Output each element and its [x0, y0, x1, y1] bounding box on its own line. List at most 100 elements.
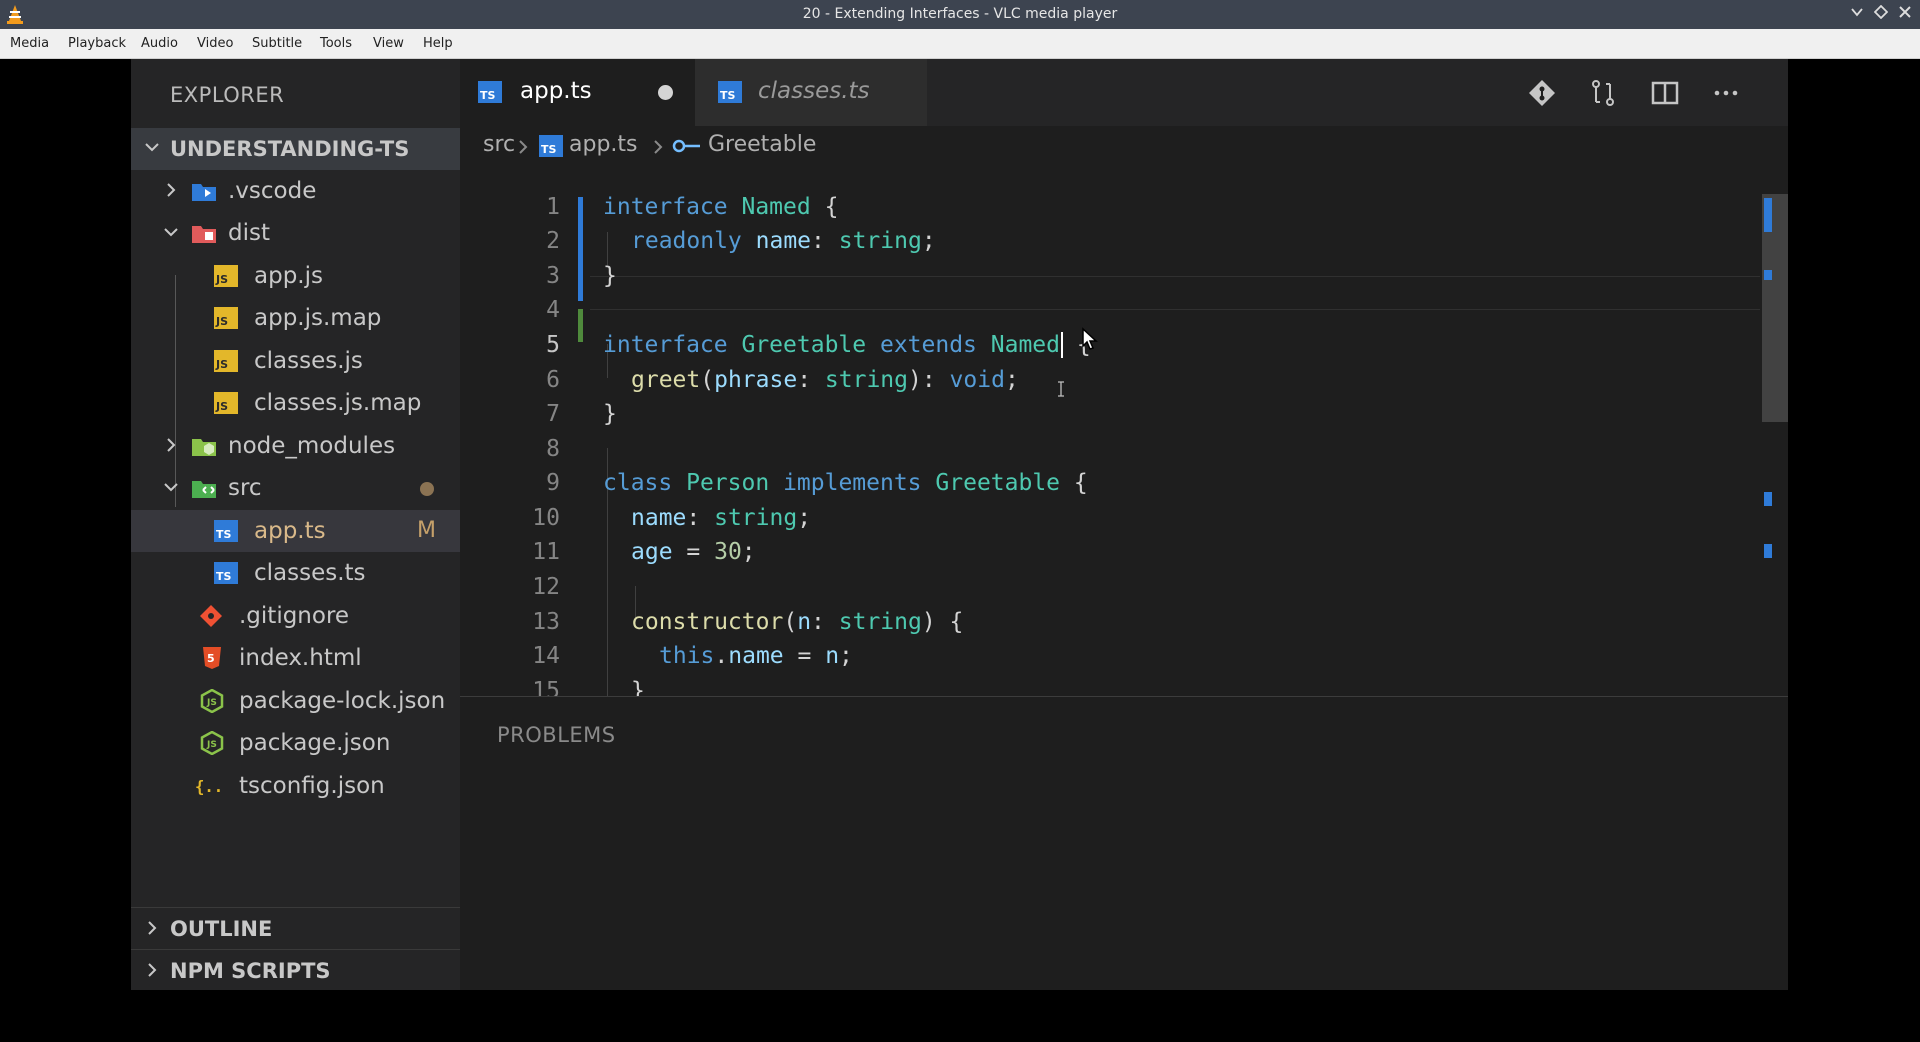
code-line: } — [603, 401, 617, 427]
json-braces-icon: {..} — [195, 778, 221, 796]
code-token: name — [755, 228, 812, 254]
git-compare-icon[interactable] — [1526, 77, 1558, 109]
tree-item-app-ts[interactable]: TS app.ts M — [131, 510, 460, 552]
tree-item-label: .vscode — [228, 178, 317, 204]
current-line-highlight — [590, 276, 1760, 310]
menu-video[interactable]: Video — [197, 36, 233, 51]
editor-tab-bar: TS app.ts TS classes.ts — [460, 59, 1788, 126]
tree-item-package-json[interactable]: JS package.json — [131, 722, 460, 764]
tree-item-label: .gitignore — [239, 603, 350, 629]
html-file-icon: 5 — [203, 647, 221, 669]
code-line: this.name = n; — [659, 643, 853, 669]
code-token: phrase — [714, 367, 798, 393]
svg-text:JS: JS — [215, 400, 228, 413]
menu-tools[interactable]: Tools — [320, 36, 352, 51]
menu-help[interactable]: Help — [423, 36, 453, 51]
minimap-change-marker — [1764, 270, 1772, 280]
chevron-right-icon — [167, 183, 176, 197]
indent-guide — [607, 232, 608, 266]
code-token: Named — [741, 194, 811, 220]
minimize-button[interactable] — [1848, 5, 1866, 23]
interface-symbol-icon — [672, 139, 700, 153]
js-file-icon: JS — [214, 265, 238, 287]
tab-app-ts[interactable]: TS app.ts — [460, 59, 695, 126]
tree-item-app-js-map[interactable]: JS app.js.map — [131, 297, 460, 339]
editor-scrollbar[interactable] — [1760, 166, 1788, 696]
code-token: age — [631, 539, 673, 565]
code-token: { — [810, 194, 839, 220]
split-editor-icon[interactable] — [1649, 77, 1681, 109]
tree-item-classes-ts[interactable]: TS classes.ts — [131, 552, 460, 594]
tree-item-label: app.js — [254, 263, 323, 289]
close-window-button[interactable] — [1896, 5, 1914, 23]
js-file-icon: JS — [214, 350, 238, 372]
tree-item-gitignore[interactable]: .gitignore — [131, 595, 460, 637]
tree-item-classes-js[interactable]: JS classes.js — [131, 340, 460, 382]
code-token: greet — [631, 367, 701, 393]
vscode-window: EXPLORER UNDERSTANDING-TS .vscode dist J… — [131, 59, 1788, 990]
tree-item-label: classes.js — [254, 348, 363, 374]
tree-item-label: app.ts — [254, 518, 326, 544]
menu-audio[interactable]: Audio — [141, 36, 178, 51]
code-line: } — [603, 263, 617, 289]
tree-item-label: index.html — [239, 645, 362, 671]
tree-item-vscode[interactable]: .vscode — [131, 170, 460, 212]
folder-node-icon — [192, 439, 216, 456]
menu-subtitle[interactable]: Subtitle — [252, 36, 302, 51]
npm-scripts-section[interactable]: NPM SCRIPTS — [131, 949, 460, 990]
video-area[interactable]: EXPLORER UNDERSTANDING-TS .vscode dist J… — [0, 59, 1920, 990]
window-title: 20 - Extending Interfaces - VLC media pl… — [802, 6, 1118, 22]
tree-item-label: src — [228, 475, 262, 501]
more-actions-icon[interactable] — [1710, 77, 1742, 109]
svg-text:TS: TS — [216, 570, 232, 583]
mouse-pointer-icon — [1082, 327, 1098, 350]
chevron-down-icon — [164, 483, 178, 492]
tree-item-tsconfig-json[interactable]: {..} tsconfig.json — [131, 765, 460, 807]
minimap-change-marker — [1764, 544, 1772, 558]
line-number: 13 — [532, 609, 560, 635]
tree-item-index-html[interactable]: 5 index.html — [131, 637, 460, 679]
ts-file-icon: TS — [539, 135, 563, 157]
code-line: interface Named { — [603, 194, 838, 220]
code-line: constructor(n: string) { — [631, 609, 964, 635]
code-editor[interactable]: 1 2 3 4 5 6 7 8 9 10 11 12 13 14 15 inte… — [460, 166, 1788, 696]
line-number: 7 — [546, 401, 560, 427]
js-map-file-icon: JS — [214, 307, 238, 329]
chevron-right-icon — [148, 921, 157, 935]
tree-item-package-lock-json[interactable]: JS package-lock.json — [131, 680, 460, 722]
code-token: string — [714, 505, 798, 531]
maximize-button[interactable] — [1872, 4, 1890, 23]
folder-vscode-icon — [192, 184, 216, 201]
breadcrumb-folder[interactable]: src — [483, 132, 515, 157]
code-token: extends — [879, 332, 977, 358]
tab-problems[interactable]: PROBLEMS — [497, 723, 616, 747]
tree-item-node-modules[interactable]: node_modules — [131, 425, 460, 467]
code-token: 30 — [714, 539, 742, 565]
breadcrumb-symbol[interactable]: Greetable — [708, 132, 816, 157]
menu-playback[interactable]: Playback — [68, 36, 126, 51]
tree-item-src[interactable]: src — [131, 467, 460, 509]
tab-classes-ts[interactable]: TS classes.ts — [695, 59, 927, 126]
code-line: name: string; — [631, 505, 812, 531]
code-line: } — [631, 678, 645, 696]
ts-file-icon: TS — [718, 81, 742, 103]
open-changes-icon[interactable] — [1587, 77, 1619, 109]
line-number: 5 — [546, 332, 560, 358]
breadcrumb-file[interactable]: app.ts — [569, 132, 638, 157]
unsaved-dot-icon[interactable] — [658, 85, 673, 100]
menu-media[interactable]: Media — [10, 36, 49, 51]
tree-item-label: node_modules — [228, 433, 396, 459]
code-token: { — [1060, 470, 1088, 496]
code-token: ; — [921, 228, 936, 254]
tree-item-app-js[interactable]: JS app.js — [131, 255, 460, 297]
chevron-down-icon — [1851, 8, 1863, 17]
project-section[interactable]: UNDERSTANDING-TS — [131, 128, 460, 170]
tree-item-classes-js-map[interactable]: JS classes.js.map — [131, 382, 460, 424]
js-map-file-icon: JS — [214, 392, 238, 414]
code-token: class — [603, 470, 673, 496]
menu-view[interactable]: View — [373, 36, 404, 51]
tree-item-dist[interactable]: dist — [131, 212, 460, 254]
code-token: string — [824, 367, 908, 393]
outline-section[interactable]: OUTLINE — [131, 907, 460, 949]
svg-text:TS: TS — [720, 89, 736, 102]
